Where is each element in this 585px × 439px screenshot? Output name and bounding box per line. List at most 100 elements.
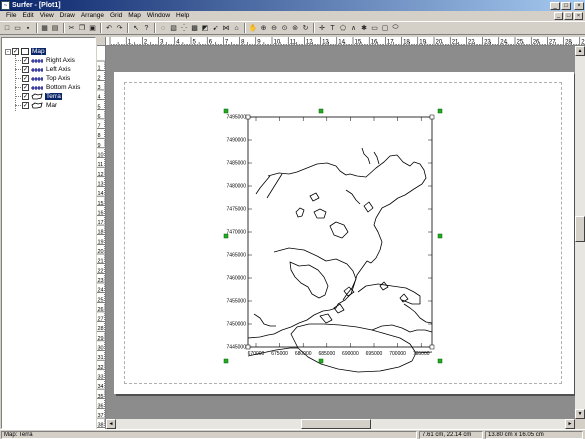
worksheet-icon[interactable]: ▦	[40, 23, 50, 34]
plot-workspace[interactable]: 7495000 7490000 7485000 7480000 7475000 74700…	[106, 46, 575, 419]
toolbar-separator	[154, 23, 156, 33]
vertical-scroll-thumb[interactable]	[575, 216, 585, 242]
rounded-rect-icon[interactable]: ▢	[380, 23, 390, 34]
zoom-in-icon[interactable]: ⊕	[259, 23, 269, 34]
menu-draw[interactable]: Draw	[57, 11, 78, 21]
minimize-button[interactable]: _	[550, 1, 560, 10]
selection-handle[interactable]	[318, 358, 324, 364]
tree-item-top-axis[interactable]: ✓ Top Axis	[22, 74, 71, 83]
selection-handle[interactable]	[223, 358, 229, 364]
base-map-icon[interactable]: ▧	[169, 23, 179, 34]
tree-item-terra[interactable]: ✓ Terra	[22, 92, 62, 101]
surfer-app-icon[interactable]: ~	[1, 1, 10, 10]
vector-map-icon[interactable]: ➹	[211, 23, 221, 34]
menu-file[interactable]: File	[3, 11, 19, 21]
ruler-label: 33	[98, 374, 104, 380]
tree-item-left-axis[interactable]: ✓ Left Axis	[22, 65, 72, 74]
ellipse-icon[interactable]: ⬭	[391, 23, 401, 34]
toolbar-separator	[313, 23, 315, 33]
save-icon[interactable]: ▪	[23, 23, 33, 34]
map-drawing[interactable]: 7495000 7490000 7485000 7480000 7475000 74700…	[114, 72, 574, 394]
scroll-left-button[interactable]: ◄	[106, 419, 116, 429]
frame-corner-handle[interactable]	[245, 344, 251, 350]
horizontal-scrollbar[interactable]: ◄ ►	[106, 419, 575, 429]
zoom-out-icon[interactable]: ⊖	[269, 23, 279, 34]
menu-view[interactable]: View	[37, 11, 57, 21]
rectangle-icon[interactable]: ▭	[370, 23, 380, 34]
visibility-checkbox[interactable]: ✓	[22, 57, 29, 64]
menu-arrange[interactable]: Arrange	[78, 11, 107, 21]
selection-handle[interactable]	[318, 108, 324, 114]
selection-handle[interactable]	[223, 108, 229, 114]
pan-icon[interactable]: ✋	[248, 23, 258, 34]
help-pointer-icon[interactable]: ?	[142, 23, 152, 34]
collapse-icon[interactable]: -	[5, 48, 11, 55]
maximize-button[interactable]: □	[561, 1, 571, 10]
tree-item-mar[interactable]: ✓ Mar	[22, 101, 58, 110]
new-icon[interactable]: □	[2, 23, 12, 34]
scroll-up-button[interactable]: ▲	[575, 46, 585, 56]
pointer-icon[interactable]: ✛	[317, 23, 327, 34]
frame-corner-handle[interactable]	[245, 114, 251, 120]
image-map-icon[interactable]: ▩	[190, 23, 200, 34]
tree-item-bottom-axis[interactable]: ✓ Bottom Axis	[22, 83, 81, 92]
doc-restore-button[interactable]: □	[564, 12, 573, 20]
tree-item-map[interactable]: - ✓ Map	[5, 47, 46, 56]
vertical-scrollbar[interactable]: ▲ ▼	[575, 46, 585, 419]
menu-map[interactable]: Map	[125, 11, 144, 21]
open-icon[interactable]: ▭	[13, 23, 23, 34]
ruler-label: 16	[98, 210, 104, 216]
menu-window[interactable]: Window	[144, 11, 173, 21]
visibility-checkbox[interactable]: ✓	[22, 84, 29, 91]
post-map-icon[interactable]: ⁛	[179, 23, 189, 34]
visibility-checkbox[interactable]: ✓	[22, 102, 29, 109]
toolbar-separator	[62, 23, 65, 33]
coastline	[289, 261, 329, 299]
surface-icon[interactable]: ⌂	[232, 23, 242, 34]
close-button[interactable]: ×	[574, 1, 584, 10]
scroll-down-button[interactable]: ▼	[575, 409, 585, 419]
visibility-checkbox[interactable]: ✓	[22, 66, 29, 73]
left-axis-label: 7470000	[227, 230, 247, 236]
visibility-checkbox[interactable]: ✓	[22, 93, 29, 100]
visibility-checkbox[interactable]: ✓	[12, 48, 19, 55]
menu-grid[interactable]: Grid	[107, 11, 125, 21]
polyline-icon[interactable]: ∧	[349, 23, 359, 34]
surfer-window: ~ Surfer - [Plot1] _ □ × File Edit View …	[0, 0, 585, 439]
selection-handle[interactable]	[223, 233, 229, 239]
coastline	[403, 303, 433, 324]
bottom-axis-label: 680000	[295, 351, 312, 357]
scroll-right-button[interactable]: ►	[565, 419, 575, 429]
cut-icon[interactable]: ✂	[67, 23, 77, 34]
tree-item-right-axis[interactable]: ✓ Right Axis	[22, 56, 76, 65]
menu-edit[interactable]: Edit	[19, 11, 36, 21]
shaded-relief-icon[interactable]: ◩	[200, 23, 210, 34]
frame-corner-handle[interactable]	[429, 114, 435, 120]
zoom-full-icon[interactable]: ⊚	[290, 23, 300, 34]
map-frame[interactable]	[247, 116, 433, 348]
select-icon[interactable]: ↖	[131, 23, 141, 34]
paste-icon[interactable]: ▣	[88, 23, 98, 34]
page[interactable]: 7495000 7490000 7485000 7480000 7475000 74700…	[114, 72, 574, 394]
undo-icon[interactable]: ↶	[104, 23, 114, 34]
contour-map-icon[interactable]: ◌	[158, 23, 168, 34]
frame-corner-handle[interactable]	[429, 344, 435, 350]
grid-icon[interactable]: ▤	[50, 23, 60, 34]
doc-close-button[interactable]: ×	[574, 12, 583, 20]
zoom-page-icon[interactable]: ⊙	[280, 23, 290, 34]
wireframe-icon[interactable]: ⋈	[221, 23, 231, 34]
visibility-checkbox[interactable]: ✓	[22, 75, 29, 82]
symbol-icon[interactable]: ✱	[359, 23, 369, 34]
menu-help[interactable]: Help	[173, 11, 192, 21]
ruler-label: 1	[98, 66, 101, 72]
copy-icon[interactable]: ❐	[77, 23, 87, 34]
redo-icon[interactable]: ↷	[115, 23, 125, 34]
text-icon[interactable]: T	[328, 23, 338, 34]
doc-minimize-button[interactable]: _	[554, 12, 563, 20]
selection-handle[interactable]	[437, 108, 443, 114]
selection-handle[interactable]	[437, 233, 443, 239]
selection-handle[interactable]	[437, 358, 443, 364]
horizontal-scroll-thumb[interactable]	[301, 419, 371, 429]
redraw-icon[interactable]: ↻	[301, 23, 311, 34]
polygon-icon[interactable]: ⬠	[338, 23, 348, 34]
